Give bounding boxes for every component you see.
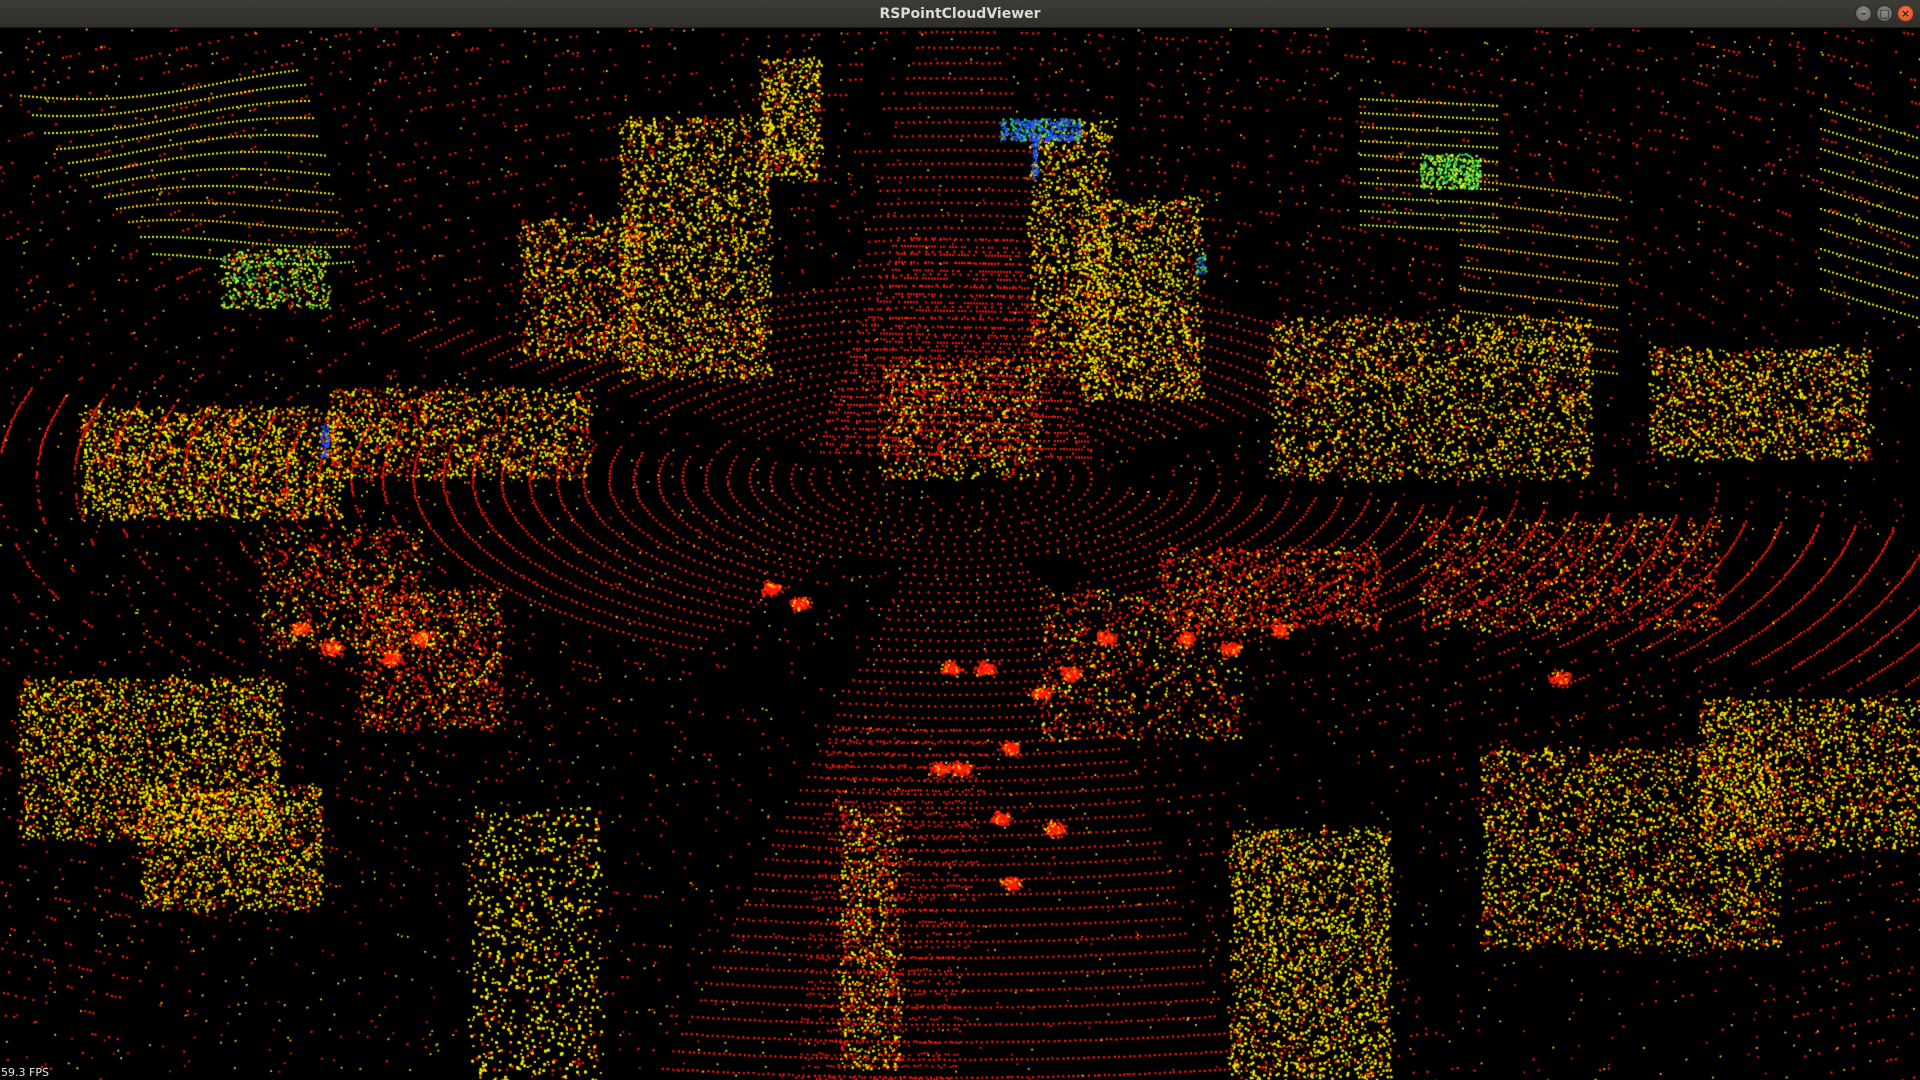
minimize-button[interactable]: –	[1855, 5, 1872, 22]
maximize-icon: □	[1879, 7, 1890, 20]
close-button[interactable]: ×	[1897, 5, 1914, 22]
close-icon: ×	[1900, 7, 1911, 20]
minimize-icon: –	[1860, 7, 1867, 20]
point-cloud-viewport[interactable]: 59.3 FPS	[0, 28, 1920, 1080]
app-window: RSPointCloudViewer – □ × 59.3 FPS	[0, 0, 1920, 1080]
fps-counter: 59.3 FPS	[1, 1066, 49, 1079]
window-title: RSPointCloudViewer	[879, 6, 1041, 22]
window-controls: – □ ×	[1855, 5, 1914, 23]
maximize-button[interactable]: □	[1876, 5, 1893, 22]
title-bar[interactable]: RSPointCloudViewer – □ ×	[0, 0, 1920, 28]
point-cloud-canvas[interactable]	[0, 28, 1920, 1080]
